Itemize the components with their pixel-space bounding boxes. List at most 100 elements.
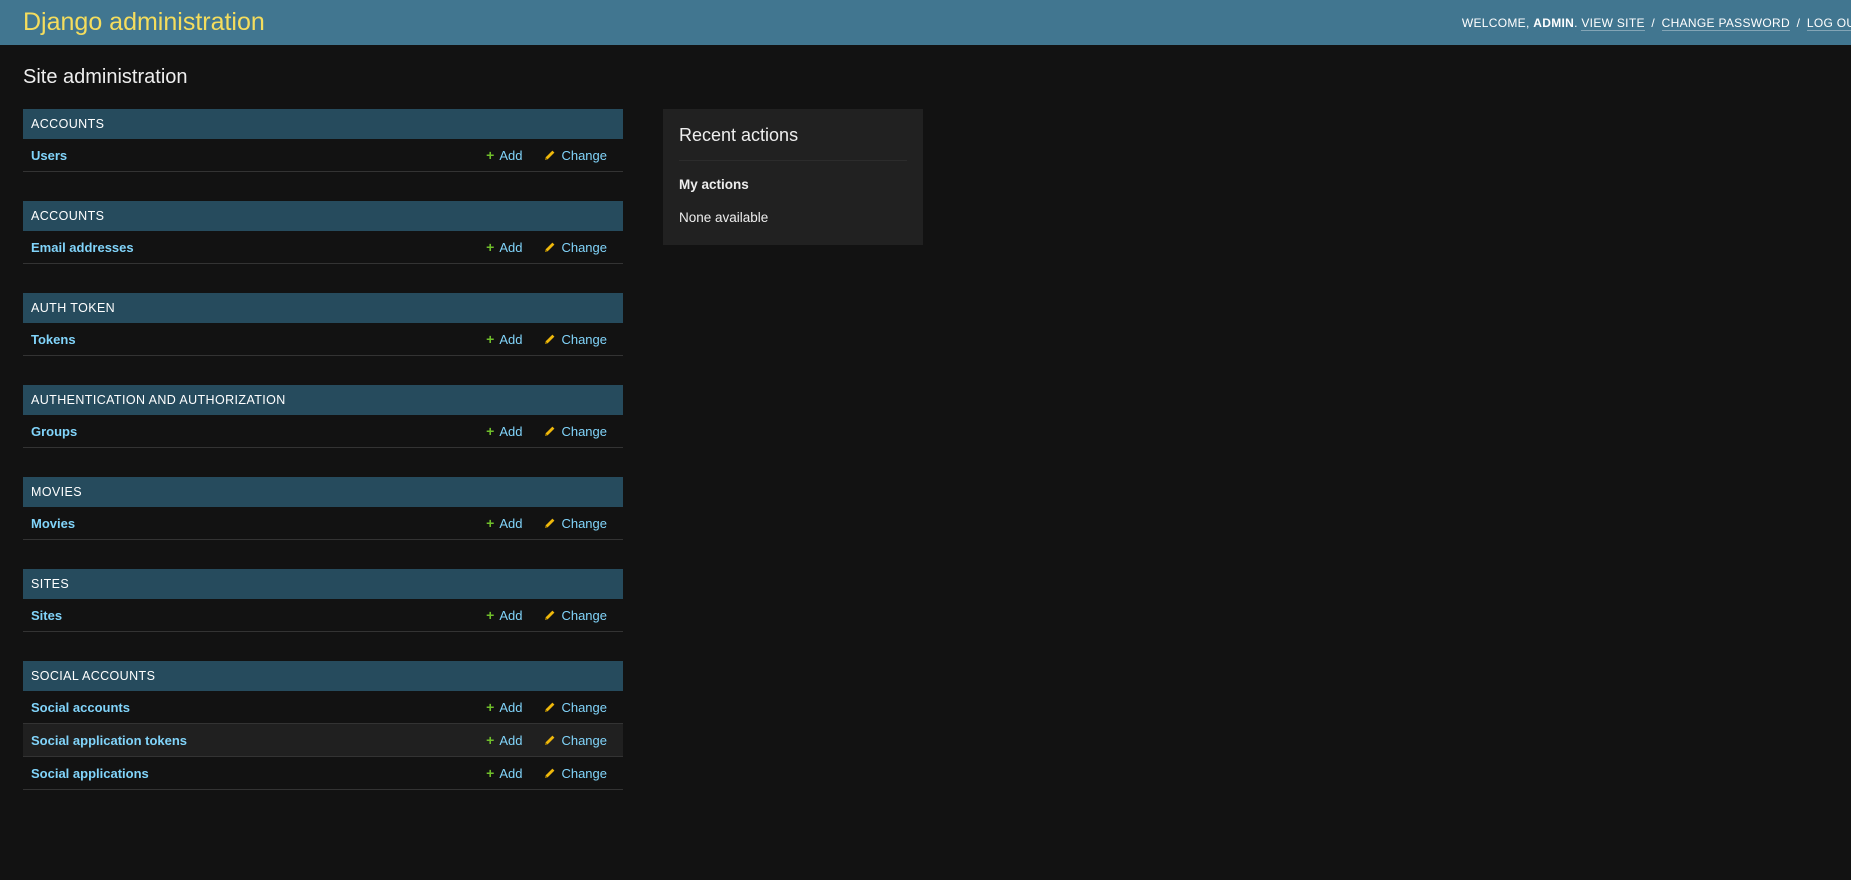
change-label: Change	[561, 147, 607, 163]
model-row: Users + Add Change	[23, 139, 623, 172]
module-caption[interactable]: Authentication and Authorization	[23, 385, 623, 415]
page-title: Site administration	[23, 66, 188, 88]
add-link[interactable]: + Add	[486, 516, 522, 531]
add-link[interactable]: + Add	[486, 240, 522, 255]
add-link[interactable]: + Add	[486, 148, 522, 163]
add-link[interactable]: + Add	[486, 700, 522, 715]
change-link[interactable]: Change	[544, 424, 607, 439]
module-caption[interactable]: Sites	[23, 569, 623, 599]
add-label: Add	[499, 699, 523, 715]
add-link[interactable]: + Add	[486, 332, 522, 347]
view-site-link[interactable]: View site	[1581, 15, 1645, 31]
add-link[interactable]: + Add	[486, 766, 522, 781]
model-link[interactable]: Social applications	[31, 766, 486, 781]
app-module: Authentication and Authorization Groups + A…	[23, 385, 623, 448]
module-caption[interactable]: Social Accounts	[23, 661, 623, 691]
app-module: Auth Token Tokens + Add Change	[23, 293, 623, 356]
plus-icon: +	[486, 147, 495, 163]
model-link[interactable]: Groups	[31, 424, 486, 439]
add-label: Add	[499, 607, 523, 623]
change-password-link[interactable]: Change password	[1661, 15, 1790, 31]
add-label: Add	[499, 147, 523, 163]
recent-actions-panel: Recent actions My actions None available	[663, 109, 923, 245]
change-link[interactable]: Change	[544, 240, 607, 255]
no-actions-text: None available	[679, 210, 769, 225]
main-row: Accounts Users + Add Change Accounts Email add…	[23, 109, 1828, 819]
pencil-icon	[544, 333, 556, 345]
model-link[interactable]: Social application tokens	[31, 733, 486, 748]
plus-icon: +	[486, 732, 495, 748]
add-label: Add	[499, 515, 523, 531]
module-caption[interactable]: Accounts	[23, 109, 623, 139]
app-module: Accounts Users + Add Change	[23, 109, 623, 172]
change-label: Change	[561, 765, 607, 781]
add-link[interactable]: + Add	[486, 424, 522, 439]
change-link[interactable]: Change	[544, 766, 607, 781]
pencil-icon	[544, 609, 556, 621]
welcome-text: Welcome,	[1461, 15, 1530, 30]
add-link[interactable]: + Add	[486, 733, 522, 748]
change-label: Change	[561, 607, 607, 623]
module-caption[interactable]: Movies	[23, 477, 623, 507]
change-label: Change	[561, 331, 607, 347]
model-row: Groups + Add Change	[23, 415, 623, 448]
my-actions-heading: My actions	[679, 177, 749, 192]
change-link[interactable]: Change	[544, 332, 607, 347]
plus-icon: +	[486, 515, 495, 531]
log-out-link[interactable]: Log out	[1806, 15, 1851, 31]
model-row: Social accounts + Add Change	[23, 691, 623, 724]
plus-icon: +	[486, 765, 495, 781]
recent-actions-title: Recent actions	[679, 125, 907, 161]
plus-icon: +	[486, 699, 495, 715]
app-module: Movies Movies + Add Change	[23, 477, 623, 540]
change-label: Change	[561, 239, 607, 255]
change-label: Change	[561, 515, 607, 531]
pencil-icon	[544, 241, 556, 253]
app-module: Accounts Email addresses + Add Change	[23, 201, 623, 264]
change-label: Change	[561, 423, 607, 439]
plus-icon: +	[486, 331, 495, 347]
module-caption[interactable]: Accounts	[23, 201, 623, 231]
change-label: Change	[561, 699, 607, 715]
pencil-icon	[544, 767, 556, 779]
model-row: Sites + Add Change	[23, 599, 623, 632]
app-module: Sites Sites + Add Change	[23, 569, 623, 632]
pencil-icon	[544, 425, 556, 437]
change-link[interactable]: Change	[544, 700, 607, 715]
pencil-icon	[544, 701, 556, 713]
add-link[interactable]: + Add	[486, 608, 522, 623]
pencil-icon	[544, 734, 556, 746]
app-list: Accounts Users + Add Change Accounts Email add…	[23, 109, 623, 819]
model-link[interactable]: Email addresses	[31, 240, 486, 255]
model-link[interactable]: Users	[31, 148, 486, 163]
user-tools: Welcome, admin. View site / Change passw…	[1461, 15, 1851, 31]
pencil-icon	[544, 149, 556, 161]
separator: /	[1651, 15, 1656, 30]
separator: /	[1796, 15, 1801, 30]
plus-icon: +	[486, 607, 495, 623]
change-link[interactable]: Change	[544, 733, 607, 748]
change-label: Change	[561, 732, 607, 748]
change-link[interactable]: Change	[544, 148, 607, 163]
add-label: Add	[499, 732, 523, 748]
model-link[interactable]: Social accounts	[31, 700, 486, 715]
change-link[interactable]: Change	[544, 608, 607, 623]
add-label: Add	[499, 239, 523, 255]
model-row: Movies + Add Change	[23, 507, 623, 540]
change-link[interactable]: Change	[544, 516, 607, 531]
header: Django administration Welcome, admin. Vi…	[0, 0, 1851, 45]
add-label: Add	[499, 423, 523, 439]
app-module: Social Accounts Social accounts + Add Change…	[23, 661, 623, 790]
module-caption[interactable]: Auth Token	[23, 293, 623, 323]
pencil-icon	[544, 517, 556, 529]
model-link[interactable]: Tokens	[31, 332, 486, 347]
site-branding[interactable]: Django administration	[23, 8, 265, 37]
username: admin	[1533, 15, 1575, 30]
model-row: Social applications + Add Change	[23, 757, 623, 790]
model-link[interactable]: Movies	[31, 516, 486, 531]
model-row: Tokens + Add Change	[23, 323, 623, 356]
model-link[interactable]: Sites	[31, 608, 486, 623]
content: Site administration Accounts Users + Add Cha…	[0, 45, 1851, 819]
plus-icon: +	[486, 423, 495, 439]
plus-icon: +	[486, 239, 495, 255]
